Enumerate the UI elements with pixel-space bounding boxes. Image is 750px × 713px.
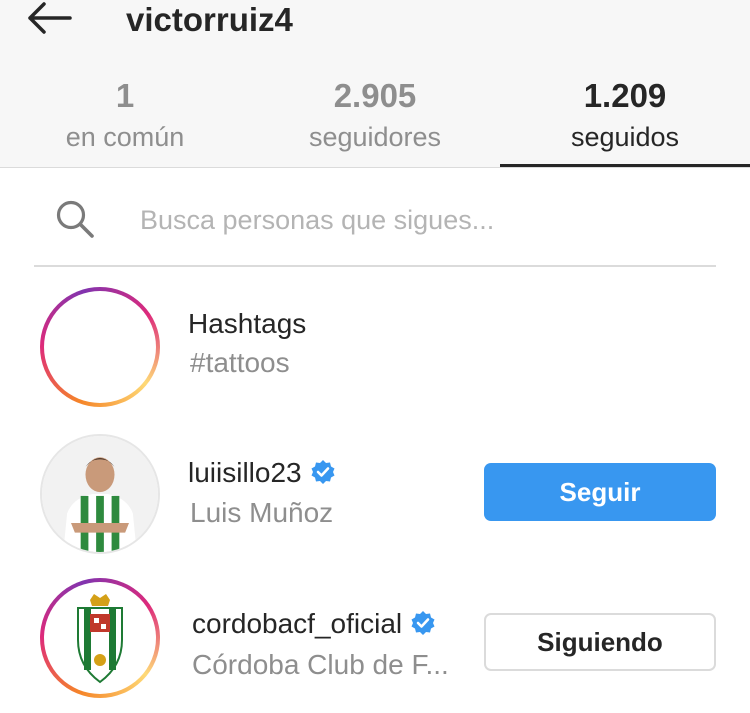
profile-header: victorruiz4 1 en común 2.905 seguidores … xyxy=(0,0,750,168)
seguidos-count: 1.209 xyxy=(583,77,667,114)
follow-button[interactable]: Seguir xyxy=(484,463,716,521)
user-full-name: Luis Muñoz xyxy=(190,497,334,528)
en-comun-label: en común xyxy=(65,122,185,152)
search-icon xyxy=(56,200,94,238)
back-arrow-icon[interactable] xyxy=(22,0,78,38)
club-handle: cordobacf_oficial xyxy=(192,607,436,641)
hashtags-subtitle: #tattoos xyxy=(190,347,290,378)
tab-en-comun[interactable]: 1 en común xyxy=(0,76,250,154)
list-item-user[interactable]: luiisillo23 Luis Muñoz Seguir xyxy=(0,432,750,562)
seguidores-count: 2.905 xyxy=(333,77,417,114)
profile-username: victorruiz4 xyxy=(126,1,293,38)
club-crest-icon xyxy=(77,594,123,684)
verified-badge-icon xyxy=(311,460,335,484)
user-handle: luiisillo23 xyxy=(188,456,336,490)
hashtags-title: Hashtags xyxy=(188,308,307,339)
club-handle-text: cordobacf_oficial xyxy=(192,608,403,639)
club-full-name: Córdoba Club de F... xyxy=(192,649,449,680)
avatar xyxy=(40,434,160,554)
hashtags-avatar xyxy=(40,287,160,407)
list-item-hashtags[interactable]: Hashtags #tattoos xyxy=(0,282,750,412)
player-photo xyxy=(42,436,158,552)
search-underline xyxy=(34,265,716,267)
user-handle-text: luiisillo23 xyxy=(188,457,302,488)
following-button[interactable]: Siguiendo xyxy=(484,613,716,671)
avatar xyxy=(40,578,160,698)
seguidos-label: seguidos xyxy=(570,122,680,152)
tab-seguidos[interactable]: 1.209 seguidos xyxy=(500,76,750,154)
en-comun-count: 1 xyxy=(115,77,135,114)
hashtag-icon xyxy=(70,313,130,381)
verified-badge-icon xyxy=(411,611,435,635)
list-item-user[interactable]: cordobacf_oficial Córdoba Club de F... S… xyxy=(0,576,750,706)
search-input[interactable] xyxy=(140,200,700,240)
tab-seguidores[interactable]: 2.905 seguidores xyxy=(250,76,500,154)
header-divider xyxy=(0,167,750,168)
seguidores-label: seguidores xyxy=(308,122,442,152)
